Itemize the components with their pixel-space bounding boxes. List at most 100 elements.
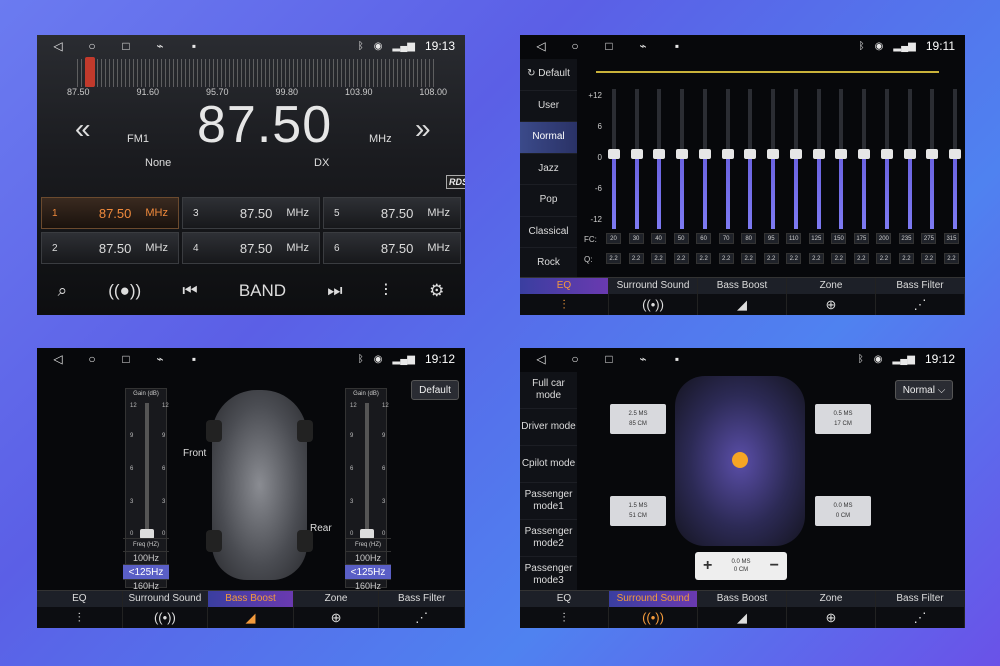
eq-band-slider[interactable] [744,89,756,229]
back-icon[interactable]: ◁ [532,39,550,53]
speaker-delay-rear-right[interactable]: 0.0 MS 0 CM [815,496,871,526]
speaker-delay-front-left[interactable]: 2.5 MS 85 CM [610,404,666,434]
eq-band-slider[interactable] [858,89,870,229]
eq-slider-knob[interactable] [858,149,870,159]
fc-value[interactable]: 275 [921,233,937,244]
eq-slider-knob[interactable] [676,149,688,159]
preset-button[interactable]: 6 87.50 MHz [323,232,461,264]
increase-button[interactable]: + [703,557,712,575]
freq-option-selected[interactable]: <125Hz [345,564,391,579]
preset-button[interactable]: 3 87.50 MHz [182,197,320,229]
home-icon[interactable]: ○ [566,39,584,53]
eq-band-slider[interactable] [790,89,802,229]
band-button[interactable]: BAND [239,281,286,301]
q-value[interactable]: 2.2 [763,253,779,264]
fc-value[interactable]: 60 [696,233,712,244]
tab-eq[interactable]: EQ ⫶ [520,278,609,315]
speaker-delay-front-right[interactable]: 0.5 MS 17 CM [815,404,871,434]
back-icon[interactable]: ◁ [49,39,67,53]
eq-slider-knob[interactable] [926,149,938,159]
mode-driver[interactable]: Driver mode [520,409,577,446]
tab-eq[interactable]: EQ ⫶ [520,591,609,628]
front-gain-track[interactable] [145,403,149,539]
home-icon[interactable]: ○ [83,352,101,366]
tuning-marker[interactable] [85,57,95,87]
eq-band-slider[interactable] [767,89,779,229]
q-value[interactable]: 2.2 [718,253,734,264]
eq-slider-knob[interactable] [767,149,779,159]
search-icon[interactable]: ⌕ [58,281,68,301]
fc-value[interactable]: 80 [741,233,757,244]
eq-slider-knob[interactable] [653,149,665,159]
q-value[interactable]: 2.2 [853,253,869,264]
mode-passenger-2[interactable]: Passenger mode2 [520,520,577,557]
q-value[interactable]: 2.2 [741,253,757,264]
next-icon[interactable]: ⏭ [327,281,342,301]
preset-button[interactable]: 4 87.50 MHz [182,232,320,264]
dx-indicator[interactable]: DX [314,157,329,169]
q-value[interactable]: 2.2 [606,253,621,264]
eq-band-slider[interactable] [904,89,916,229]
mode-full-car[interactable]: Full car mode [520,372,577,409]
tab-surround-sound[interactable]: Surround Sound ((•)) [609,278,698,315]
eq-slider-knob[interactable] [904,149,916,159]
eq-preset-pop[interactable]: Pop [520,185,577,217]
seek-forward-icon[interactable]: » [415,113,431,145]
fc-value[interactable]: 95 [763,233,779,244]
recents-icon[interactable]: □ [117,352,135,366]
fc-value[interactable]: 150 [831,233,847,244]
preset-button[interactable]: 1 87.50 MHz [41,197,179,229]
frequency-scale[interactable] [77,59,437,87]
fc-value[interactable]: 235 [898,233,914,244]
freq-option-selected[interactable]: <125Hz [123,564,169,579]
rear-gain-track[interactable] [365,403,369,539]
fc-value[interactable]: 30 [628,233,644,244]
sound-mode-select[interactable]: Normal ⌵ [895,380,953,400]
podcast-icon[interactable]: ((●)) [108,281,141,301]
speaker-delay-rear-left[interactable]: 1.5 MS 51 CM [610,496,666,526]
tab-eq[interactable]: EQ ⫶ [37,591,123,628]
eq-band-slider[interactable] [835,89,847,229]
back-icon[interactable]: ◁ [532,352,550,366]
back-icon[interactable]: ◁ [49,352,67,366]
tab-zone[interactable]: Zone ⊕ [293,591,380,628]
eq-slider-knob[interactable] [631,149,643,159]
q-value[interactable]: 2.2 [876,253,892,264]
fc-value[interactable]: 70 [718,233,734,244]
q-value[interactable]: 2.2 [831,253,847,264]
eq-preset-user[interactable]: User [520,91,577,122]
eq-band-slider[interactable] [949,89,961,229]
fc-value[interactable]: 125 [808,233,824,244]
eq-preset-classical[interactable]: Classical [520,217,577,248]
fc-value[interactable]: 20 [606,233,621,244]
eq-band-slider[interactable] [608,89,620,229]
tab-zone[interactable]: Zone ⊕ [787,591,876,628]
eq-preset-rock[interactable]: Rock [520,248,577,280]
eq-slider-knob[interactable] [744,149,756,159]
eq-preset-jazz[interactable]: Jazz [520,154,577,185]
q-value[interactable]: 2.2 [651,253,667,264]
fc-value[interactable]: 50 [673,233,689,244]
q-value[interactable]: 2.2 [628,253,644,264]
recents-icon[interactable]: □ [600,39,618,53]
tab-surround-sound[interactable]: Surround Sound ((•)) [609,591,698,628]
equalizer-icon[interactable]: ⫶ [384,281,388,301]
fc-value[interactable]: 175 [853,233,869,244]
previous-icon[interactable]: ⏮ [182,281,197,301]
tab-zone[interactable]: Zone ⊕ [787,278,876,315]
default-button[interactable]: Default [411,380,459,400]
eq-slider-knob[interactable] [881,149,893,159]
eq-band-slider[interactable] [699,89,711,229]
eq-band-slider[interactable] [926,89,938,229]
eq-preset-default[interactable]: ↻ Default [520,59,577,91]
eq-preset-normal[interactable]: Normal [520,122,577,154]
freq-option[interactable]: 100Hz [123,551,169,564]
q-value[interactable]: 2.2 [921,253,937,264]
freq-option[interactable]: 100Hz [345,551,391,564]
recents-icon[interactable]: □ [600,352,618,366]
eq-slider-knob[interactable] [722,149,734,159]
eq-slider-knob[interactable] [608,149,620,159]
fc-value[interactable]: 110 [786,233,802,244]
settings-icon[interactable]: ⚙ [429,281,444,301]
q-value[interactable]: 2.2 [808,253,824,264]
